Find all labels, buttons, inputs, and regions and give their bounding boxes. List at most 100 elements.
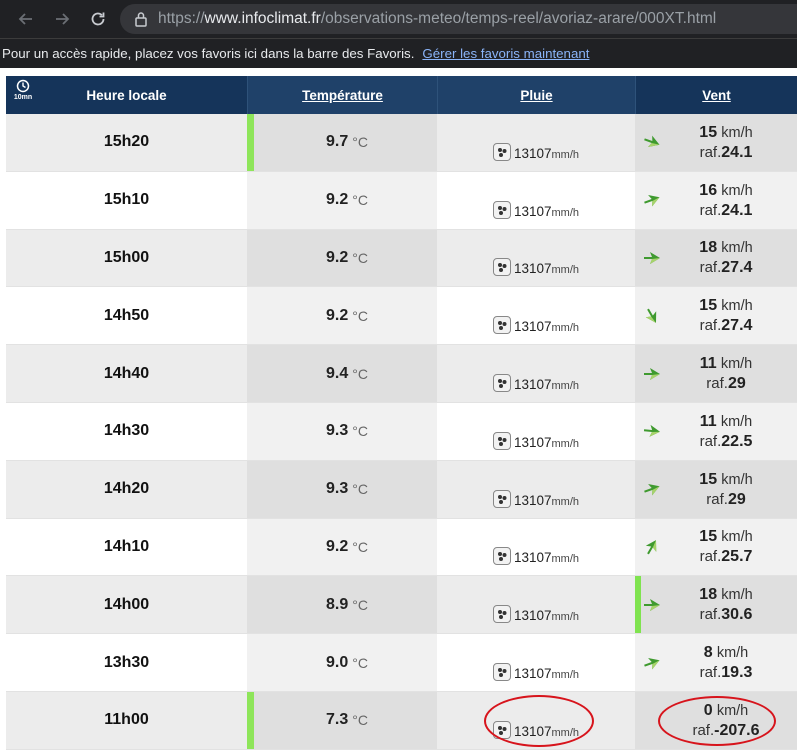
wind-unit: km/h: [716, 645, 749, 662]
wind-text: 18 km/h raf.30.6: [665, 585, 797, 624]
cell-temperature: 9.0 °C: [247, 634, 437, 691]
cell-time: 15h00: [103, 248, 150, 266]
cell-wind: 15 km/h raf.25.7: [635, 518, 797, 576]
header-temperature[interactable]: Température: [247, 76, 437, 114]
temperature-bar: [247, 691, 254, 749]
gust-prefix: raf.: [699, 664, 722, 682]
table-row: 14h30 9.3 °C 13107 mm/h 11 km/h raf.22.5: [6, 402, 797, 461]
wind-unit: km/h: [721, 471, 753, 488]
wind-bar: [635, 576, 641, 634]
cell-time: 11h00: [104, 711, 149, 729]
cell-wind: 0 km/h raf.-207.6: [635, 691, 797, 749]
header-wind[interactable]: Vent: [635, 76, 797, 114]
temperature-unit: °C: [352, 307, 368, 324]
rain-value: 13107: [513, 492, 552, 508]
table-row: 15h00 9.2 °C 13107 mm/h 18 km/h raf.27.4: [6, 229, 797, 288]
temperature-value: 9.2: [326, 191, 349, 209]
rain-value: 13107: [513, 376, 552, 392]
temperature-unit: °C: [352, 538, 368, 555]
wind-text: 18 km/h raf.27.4: [665, 238, 797, 277]
temperature-value: 7.3: [326, 711, 349, 729]
table-row: 14h10 9.2 °C 13107 mm/h 15 km/h raf.25.7: [6, 518, 797, 577]
wind-speed: 11: [699, 355, 717, 373]
table-row: 13h30 9.0 °C 13107 mm/h 8 km/h raf.19.3: [6, 634, 797, 692]
gust-prefix: raf.: [699, 259, 722, 277]
rain-value: 13107: [513, 665, 552, 681]
rain-gauge-icon: [492, 200, 511, 219]
temperature-value: 9.2: [326, 306, 349, 324]
wind-text: 15 km/h raf.27.4: [665, 296, 797, 335]
cell-rain: 13107 mm/h: [437, 287, 635, 344]
table-row: 14h00 8.9 °C 13107 mm/h 18 km/h raf.30.6: [6, 576, 797, 635]
gust-prefix: raf.: [699, 201, 722, 219]
cell-rain: 13107 mm/h: [437, 576, 635, 633]
rain-value: 13107: [513, 434, 552, 450]
table-row: 15h20 9.7 °C 13107 mm/h 15 km/h raf.24.1: [6, 114, 797, 172]
rain-gauge-icon: [492, 720, 511, 739]
wind-gust: 27.4: [721, 317, 753, 335]
rain-value: 13107: [513, 608, 552, 624]
gust-prefix: raf.: [699, 606, 722, 624]
wind-speed: 15: [699, 297, 718, 315]
rain-gauge-icon: [492, 142, 511, 161]
rain-unit: mm/h: [551, 148, 580, 161]
wind-direction-arrow-icon: [639, 539, 665, 555]
wind-gust: -207.6: [714, 721, 760, 739]
manage-favorites-link[interactable]: Gérer les favoris maintenant: [422, 46, 589, 61]
wind-speed: 0: [703, 701, 713, 719]
gust-prefix: raf.: [699, 143, 722, 161]
temperature-value: 9.0: [326, 653, 349, 671]
wind-speed: 15: [699, 528, 718, 546]
wind-direction-arrow-icon: [639, 423, 665, 439]
reload-button[interactable]: [80, 4, 116, 34]
cell-wind: 11 km/h raf.29: [635, 345, 797, 402]
cell-rain: 13107 mm/h: [437, 634, 635, 691]
cell-rain: 13107 mm/h: [437, 519, 635, 576]
wind-gust: 29: [727, 490, 746, 508]
cell-temperature: 8.9 °C: [247, 576, 437, 634]
lock-icon[interactable]: [134, 11, 148, 27]
forward-button[interactable]: [44, 4, 80, 34]
address-bar[interactable]: https://www.infoclimat.fr/observations-m…: [120, 4, 797, 34]
rain-unit: mm/h: [551, 437, 580, 450]
wind-gust: 24.1: [721, 201, 753, 219]
gust-prefix: raf.: [706, 490, 728, 508]
table-header: 10mn Heure locale Température Pluie Vent: [6, 76, 797, 114]
cell-temperature: 9.2 °C: [247, 287, 437, 345]
cell-temperature: 9.2 °C: [247, 229, 437, 287]
cell-wind: 15 km/h raf.29: [635, 460, 797, 518]
rain-unit: mm/h: [551, 611, 580, 624]
cell-time: 14h00: [103, 595, 150, 613]
rain-gauge-icon: [492, 489, 511, 508]
wind-text: 15 km/h raf.24.1: [665, 123, 797, 162]
wind-unit: km/h: [721, 240, 753, 257]
wind-direction-arrow-icon: [639, 134, 665, 150]
rain-value: 13107: [513, 319, 552, 335]
cell-rain: 13107 mm/h: [437, 403, 635, 460]
cell-time: 14h20: [103, 480, 150, 498]
cell-temperature: 9.2 °C: [247, 171, 437, 229]
temperature-unit: °C: [352, 249, 368, 266]
cell-wind: 11 km/h raf.22.5: [635, 402, 797, 460]
rain-value: 13107: [513, 145, 552, 161]
header-rain[interactable]: Pluie: [437, 76, 635, 114]
cell-wind: 18 km/h raf.27.4: [635, 229, 797, 287]
back-button[interactable]: [8, 4, 44, 34]
wind-unit: km/h: [721, 124, 753, 141]
wind-speed: 16: [699, 181, 718, 199]
temperature-unit: °C: [352, 423, 368, 440]
wind-text: 16 km/h raf.24.1: [665, 181, 797, 220]
clock-icon[interactable]: 10mn: [12, 79, 34, 109]
wind-text: 8 km/h raf.19.3: [665, 643, 797, 682]
rain-value: 13107: [513, 723, 552, 739]
cell-temperature: 9.2 °C: [247, 518, 437, 576]
wind-direction-arrow-icon: [639, 192, 665, 208]
temperature-value: 9.2: [326, 248, 349, 266]
rain-unit: mm/h: [551, 379, 580, 392]
cell-wind: 18 km/h raf.30.6: [635, 576, 797, 634]
table-body: 15h20 9.7 °C 13107 mm/h 15 km/h raf.24.1 …: [6, 114, 797, 750]
rain-unit: mm/h: [551, 553, 580, 566]
cell-time: 14h40: [103, 364, 150, 382]
gust-prefix: raf.: [699, 432, 722, 450]
rain-unit: mm/h: [551, 206, 580, 219]
